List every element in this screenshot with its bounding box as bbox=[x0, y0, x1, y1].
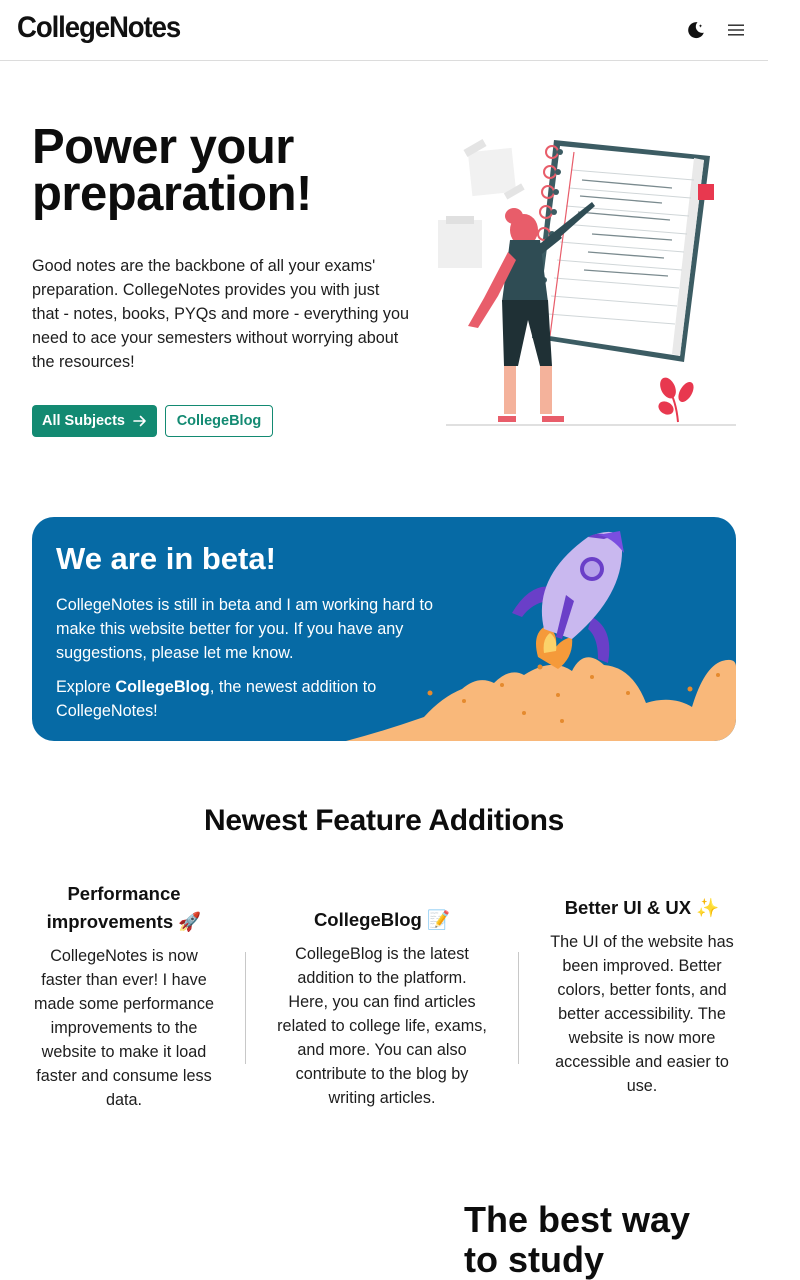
study-title: The best way to study bbox=[464, 1200, 764, 1280]
hamburger-menu-icon bbox=[728, 24, 744, 36]
feature-title: Better UI & UX ✨ bbox=[564, 897, 720, 918]
all-subjects-button[interactable]: All Subjects bbox=[32, 405, 157, 437]
study-title-line-2: to study bbox=[464, 1239, 604, 1280]
feature-collegeblog: CollegeBlog 📝 CollegeBlog is the latest … bbox=[276, 906, 488, 1110]
hero-description: Good notes are the backbone of all your … bbox=[32, 257, 409, 371]
beta-banner: We are in beta! CollegeNotes is still in… bbox=[32, 517, 736, 741]
feature-text: The UI of the website has been improved.… bbox=[550, 933, 734, 1095]
theme-toggle-button[interactable] bbox=[684, 18, 708, 42]
feature-text: CollegeNotes is now faster than ever! I … bbox=[34, 947, 214, 1109]
beta-description: CollegeNotes is still in beta and I am w… bbox=[56, 596, 433, 662]
beta-explore-collegeblog: CollegeBlog bbox=[115, 678, 210, 696]
feature-divider bbox=[518, 952, 519, 1064]
study-title-line-1: The best way bbox=[464, 1199, 691, 1240]
beta-explore-prefix: Explore bbox=[56, 678, 116, 696]
feature-performance: Performance improvements 🚀 CollegeNotes … bbox=[32, 880, 216, 1112]
arrow-right-icon bbox=[133, 415, 146, 427]
site-header: CollegeNotes bbox=[0, 0, 768, 61]
feature-title: Performance improvements 🚀 bbox=[46, 883, 202, 932]
moon-icon bbox=[688, 22, 704, 39]
feature-title: CollegeBlog 📝 bbox=[313, 909, 451, 930]
feature-text: CollegeBlog is the latest addition to th… bbox=[277, 945, 487, 1107]
features-title: Newest Feature Additions bbox=[203, 804, 565, 837]
hero-title-line-1: Power your bbox=[32, 120, 294, 174]
brand-logo[interactable]: CollegeNotes bbox=[17, 11, 181, 45]
hero-title: Power your preparation! bbox=[32, 120, 432, 221]
beta-explore-text: Explore CollegeBlog, the newest addition… bbox=[56, 675, 416, 723]
collegeblog-button[interactable]: CollegeBlog bbox=[165, 405, 273, 437]
feature-divider bbox=[245, 952, 246, 1064]
all-subjects-label: All Subjects bbox=[42, 413, 125, 429]
feature-ui-ux: Better UI & UX ✨ The UI of the website h… bbox=[548, 894, 736, 1098]
hero-title-line-2: preparation! bbox=[32, 167, 312, 221]
menu-button[interactable] bbox=[724, 18, 748, 42]
beta-title: We are in beta! bbox=[56, 541, 276, 576]
studying-illustration bbox=[438, 139, 736, 426]
